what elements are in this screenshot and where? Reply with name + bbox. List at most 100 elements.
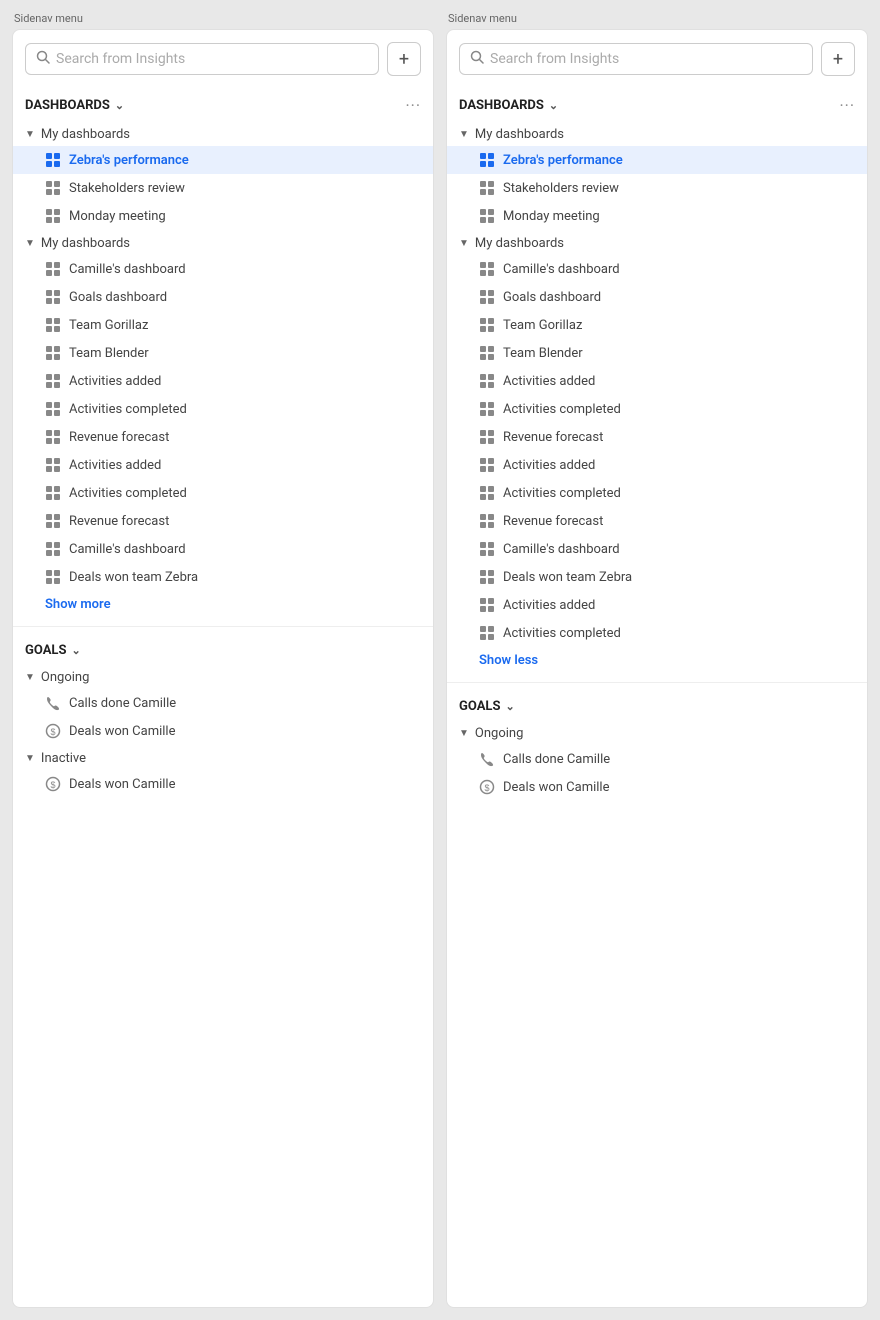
nav-item[interactable]: Camille's dashboard: [447, 535, 867, 563]
goal-nav-item[interactable]: $ Deals won Camille: [447, 773, 867, 801]
group-label-0[interactable]: ▼ My dashboards: [13, 121, 433, 146]
nav-item[interactable]: Activities added: [447, 591, 867, 619]
nav-item[interactable]: Monday meeting: [13, 202, 433, 230]
goals-group-label-1[interactable]: ▼ Inactive: [13, 745, 433, 770]
nav-item-label: Deals won team Zebra: [69, 570, 198, 585]
nav-item-label: Stakeholders review: [69, 181, 185, 196]
nav-item-label: Activities completed: [69, 486, 187, 501]
search-icon: [36, 50, 50, 68]
section-title[interactable]: DASHBOARDS ⌄: [25, 98, 124, 113]
nav-item[interactable]: Activities added: [13, 451, 433, 479]
nav-item-label: Camille's dashboard: [69, 542, 186, 557]
nav-item[interactable]: Camille's dashboard: [447, 255, 867, 283]
nav-item-label: Team Blender: [503, 346, 583, 361]
nav-item[interactable]: Goals dashboard: [447, 283, 867, 311]
dashboard-grid-icon: [479, 597, 495, 613]
nav-item-label: Camille's dashboard: [503, 542, 620, 557]
dollar-icon: $: [45, 776, 61, 792]
section-header-dashboards: DASHBOARDS ⌄ ···: [13, 88, 433, 121]
nav-item[interactable]: Team Gorillaz: [447, 311, 867, 339]
group-label-1[interactable]: ▼ My dashboards: [447, 230, 867, 255]
nav-item[interactable]: Deals won team Zebra: [447, 563, 867, 591]
nav-item-label: Team Gorillaz: [503, 318, 582, 333]
nav-item[interactable]: Camille's dashboard: [13, 535, 433, 563]
dashboard-grid-icon: [45, 152, 61, 168]
goals-title-text: GOALS: [25, 643, 66, 658]
nav-item-label: Team Gorillaz: [69, 318, 148, 333]
nav-item-label: Activities added: [503, 458, 595, 473]
add-button[interactable]: +: [387, 42, 421, 76]
nav-item-label: Goals dashboard: [69, 290, 167, 305]
nav-item[interactable]: Revenue forecast: [13, 423, 433, 451]
goal-nav-item[interactable]: $ Deals won Camille: [13, 770, 433, 798]
phone-icon: [479, 751, 495, 767]
search-row: Search from Insights +: [13, 42, 433, 88]
section-title-text: DASHBOARDS: [459, 98, 544, 113]
nav-item[interactable]: Monday meeting: [447, 202, 867, 230]
show-less-link[interactable]: Show less: [447, 647, 867, 674]
nav-item[interactable]: Activities added: [447, 367, 867, 395]
search-box[interactable]: Search from Insights: [459, 43, 813, 75]
nav-item[interactable]: Team Blender: [447, 339, 867, 367]
nav-item[interactable]: Zebra's performance: [447, 146, 867, 174]
section-title[interactable]: DASHBOARDS ⌄: [459, 98, 558, 113]
nav-item[interactable]: Activities completed: [447, 619, 867, 647]
goal-nav-item[interactable]: $ Deals won Camille: [13, 717, 433, 745]
nav-item[interactable]: Activities added: [13, 367, 433, 395]
svg-text:$: $: [50, 727, 55, 737]
nav-item[interactable]: Activities added: [447, 451, 867, 479]
more-options-button[interactable]: ···: [405, 96, 421, 115]
goals-title[interactable]: GOALS ⌄: [459, 699, 515, 714]
group-label-0[interactable]: ▼ My dashboards: [447, 121, 867, 146]
nav-item[interactable]: Revenue forecast: [447, 507, 867, 535]
show-more-link[interactable]: Show more: [13, 591, 433, 618]
nav-item[interactable]: Stakeholders review: [13, 174, 433, 202]
nav-item[interactable]: Camille's dashboard: [13, 255, 433, 283]
dashboard-grid-icon: [45, 317, 61, 333]
goals-group-label-0[interactable]: ▼ Ongoing: [447, 720, 867, 745]
goal-nav-item[interactable]: Calls done Camille: [13, 689, 433, 717]
goal-nav-item-label: Calls done Camille: [503, 752, 610, 767]
nav-item[interactable]: Activities completed: [447, 395, 867, 423]
goals-title[interactable]: GOALS ⌄: [25, 643, 81, 658]
dashboard-grid-icon: [45, 457, 61, 473]
chevron-down-icon: ⌄: [115, 99, 124, 112]
nav-item-label: Zebra's performance: [503, 153, 623, 168]
nav-item[interactable]: Team Gorillaz: [13, 311, 433, 339]
dashboard-grid-icon: [45, 345, 61, 361]
more-options-button[interactable]: ···: [839, 96, 855, 115]
search-placeholder: Search from Insights: [56, 51, 185, 67]
dashboard-grid-icon: [479, 208, 495, 224]
goal-nav-item-label: Calls done Camille: [69, 696, 176, 711]
nav-item[interactable]: Activities completed: [13, 479, 433, 507]
goals-group-label-0[interactable]: ▼ Ongoing: [13, 664, 433, 689]
dashboard-grid-icon: [45, 289, 61, 305]
nav-item[interactable]: Activities completed: [447, 479, 867, 507]
dashboard-grid-icon: [479, 569, 495, 585]
nav-item[interactable]: Revenue forecast: [447, 423, 867, 451]
goals-title-text: GOALS: [459, 699, 500, 714]
nav-item-label: Monday meeting: [503, 209, 600, 224]
section-header-dashboards: DASHBOARDS ⌄ ···: [447, 88, 867, 121]
goal-nav-item[interactable]: Calls done Camille: [447, 745, 867, 773]
nav-item[interactable]: Stakeholders review: [447, 174, 867, 202]
dashboard-grid-icon: [479, 261, 495, 277]
nav-item[interactable]: Goals dashboard: [13, 283, 433, 311]
nav-item[interactable]: Activities completed: [13, 395, 433, 423]
search-box[interactable]: Search from Insights: [25, 43, 379, 75]
group-label-1[interactable]: ▼ My dashboards: [13, 230, 433, 255]
add-button[interactable]: +: [821, 42, 855, 76]
nav-item[interactable]: Revenue forecast: [13, 507, 433, 535]
nav-item[interactable]: Team Blender: [13, 339, 433, 367]
nav-item-label: Activities added: [503, 374, 595, 389]
search-row: Search from Insights+: [447, 42, 867, 88]
panel-1: Sidenav menuSearch from Insights+DASHBOA…: [446, 12, 868, 1308]
nav-item-label: Goals dashboard: [503, 290, 601, 305]
chevron-icon: ▼: [459, 238, 469, 249]
dashboard-grid-icon: [479, 317, 495, 333]
dashboard-grid-icon: [45, 401, 61, 417]
nav-item[interactable]: Deals won team Zebra: [13, 563, 433, 591]
goal-nav-item-label: Deals won Camille: [69, 777, 176, 792]
goals-group-text: Ongoing: [475, 726, 523, 741]
nav-item[interactable]: Zebra's performance: [13, 146, 433, 174]
